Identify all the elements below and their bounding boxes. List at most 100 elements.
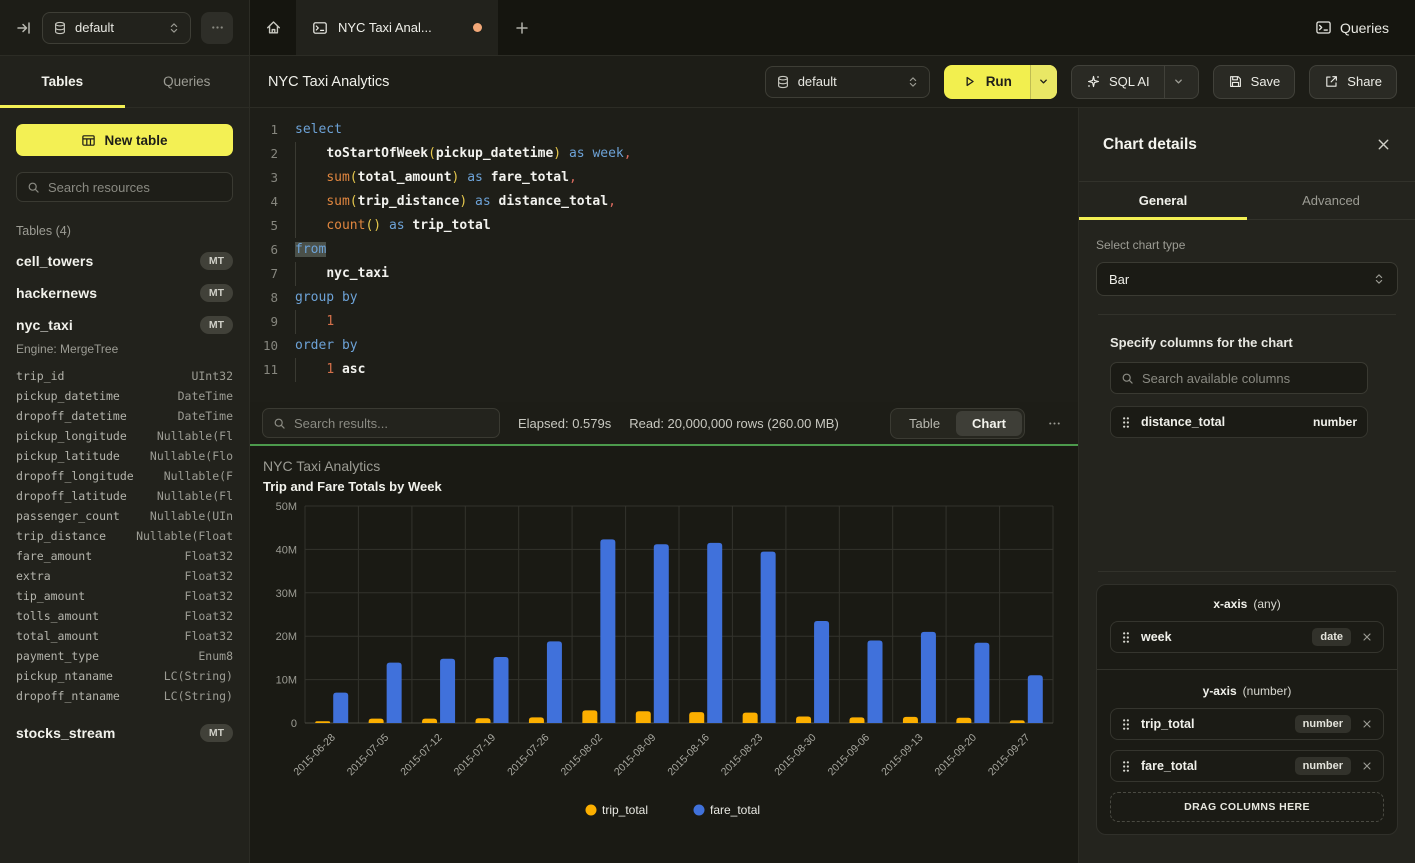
y-axis-column-trip-total[interactable]: trip_total number	[1110, 708, 1384, 740]
chevrons-updown-icon	[1373, 273, 1385, 285]
tab-general[interactable]: General	[1079, 182, 1247, 219]
column-row: dropoff_ntanameLC(String)	[16, 686, 233, 706]
svg-text:2015-09-27: 2015-09-27	[986, 732, 1033, 779]
column-row: tolls_amountFloat32	[16, 606, 233, 626]
engine-badge: MT	[200, 252, 233, 270]
table-name: stocks_stream	[16, 725, 115, 741]
results-search[interactable]	[262, 408, 500, 438]
svg-text:2015-07-26: 2015-07-26	[505, 732, 552, 779]
table-item-cell-towers[interactable]: cell_towers MT	[16, 252, 233, 270]
y-axis-column-fare-total[interactable]: fare_total number	[1110, 750, 1384, 782]
chart-panel: NYC Taxi Analytics Trip and Fare Totals …	[250, 446, 1078, 863]
database-selector[interactable]: default	[42, 12, 191, 44]
svg-text:10M: 10M	[276, 675, 297, 687]
engine-badge: MT	[200, 316, 233, 334]
sparkle-icon	[1086, 74, 1101, 89]
toggle-table-view[interactable]: Table	[893, 411, 956, 436]
table-grid-icon	[81, 133, 96, 148]
chevrons-updown-icon	[907, 76, 919, 88]
elapsed-stat: Elapsed: 0.579s	[518, 416, 611, 431]
engine-badge: MT	[200, 724, 233, 742]
tab-queries[interactable]: Queries	[125, 56, 250, 107]
results-more-icon[interactable]	[1043, 416, 1066, 431]
database-icon	[53, 21, 67, 35]
drag-handle-icon[interactable]	[1121, 718, 1131, 731]
sidebar-body: New table Tables (4) cell_towers MT hack…	[0, 108, 249, 758]
remove-column-icon[interactable]	[1361, 718, 1373, 730]
y-axis-label: y-axis	[1203, 684, 1237, 698]
queries-label: Queries	[1340, 20, 1389, 36]
chart-type-value: Bar	[1109, 272, 1129, 287]
new-table-button[interactable]: New table	[16, 124, 233, 156]
x-axis-column-week[interactable]: week date	[1110, 621, 1384, 653]
y-axis-qualifier: (number)	[1243, 684, 1292, 698]
chevrons-updown-icon	[168, 22, 180, 34]
remove-column-icon[interactable]	[1361, 631, 1373, 643]
search-icon	[273, 417, 286, 430]
home-button[interactable]	[250, 0, 296, 55]
sql-ai-button[interactable]: SQL AI	[1071, 65, 1199, 99]
results-search-input[interactable]	[294, 416, 489, 431]
sidebar-more-button[interactable]	[201, 12, 233, 44]
tab-advanced[interactable]: Advanced	[1247, 182, 1415, 219]
save-button[interactable]: Save	[1213, 65, 1296, 99]
resource-search-input[interactable]	[48, 180, 222, 195]
code-line: 11 1 asc	[250, 358, 1078, 382]
resource-search[interactable]	[16, 172, 233, 202]
table-item-stocks-stream[interactable]: stocks_stream MT	[16, 724, 233, 742]
button-divider	[1164, 66, 1165, 98]
new-tab-button[interactable]	[498, 0, 546, 55]
drag-handle-icon[interactable]	[1121, 416, 1131, 429]
drag-columns-dropzone[interactable]: DRAG COLUMNS HERE	[1110, 792, 1384, 822]
toggle-chart-view[interactable]: Chart	[956, 411, 1022, 436]
new-table-label: New table	[104, 133, 167, 148]
sql-editor[interactable]: 1select2 toStartOfWeek(pickup_datetime) …	[250, 108, 1078, 402]
column-type-badge: number	[1295, 757, 1351, 775]
code-line: 1select	[250, 118, 1078, 142]
column-name: week	[1141, 630, 1172, 644]
svg-text:2015-09-20: 2015-09-20	[933, 732, 980, 779]
close-icon[interactable]	[1376, 137, 1391, 152]
query-database-selector[interactable]: default	[765, 66, 930, 98]
drag-handle-icon[interactable]	[1121, 760, 1131, 773]
code-line: 6from	[250, 238, 1078, 262]
available-column-distance-total[interactable]: distance_total number	[1110, 406, 1368, 438]
columns-search[interactable]	[1110, 362, 1368, 394]
sql-ai-label: SQL AI	[1109, 74, 1150, 89]
columns-search-input[interactable]	[1142, 371, 1357, 386]
chart-type-select[interactable]: Bar	[1096, 262, 1398, 296]
svg-text:2015-09-06: 2015-09-06	[826, 732, 873, 779]
query-actions: default Run	[765, 65, 1397, 99]
read-stat: Read: 20,000,000 rows (260.00 MB)	[629, 416, 839, 431]
divider	[1097, 669, 1397, 670]
editor-results-column: 1select2 toStartOfWeek(pickup_datetime) …	[250, 108, 1078, 863]
tab-title: NYC Taxi Anal...	[338, 20, 432, 35]
run-options-caret[interactable]	[1030, 65, 1057, 99]
table-item-nyc-taxi[interactable]: nyc_taxi MT	[16, 316, 233, 334]
chevron-down-icon[interactable]	[1173, 76, 1184, 87]
svg-text:50M: 50M	[276, 501, 297, 513]
share-button[interactable]: Share	[1309, 65, 1397, 99]
share-icon	[1324, 74, 1339, 89]
drag-handle-icon[interactable]	[1121, 631, 1131, 644]
collapse-sidebar-icon[interactable]	[16, 20, 32, 36]
column-row: pickup_datetimeDateTime	[16, 386, 233, 406]
tables-section-label: Tables (4)	[16, 224, 233, 238]
column-type-badge: number	[1295, 715, 1351, 733]
column-name: distance_total	[1141, 415, 1225, 429]
queries-shortcut[interactable]: Queries	[1315, 0, 1415, 55]
column-type: number	[1313, 415, 1357, 429]
columns-section-label: Specify columns for the chart	[1096, 335, 1398, 350]
run-button[interactable]: Run	[944, 65, 1057, 99]
column-type-badge: date	[1312, 628, 1351, 646]
remove-column-icon[interactable]	[1361, 760, 1373, 772]
column-row: extraFloat32	[16, 566, 233, 586]
table-item-hackernews[interactable]: hackernews MT	[16, 284, 233, 302]
chart-details-panel: Chart details General Advanced Select ch…	[1078, 108, 1415, 863]
tab-tables[interactable]: Tables	[0, 56, 125, 107]
column-row: dropoff_latitudeNullable(Fl	[16, 486, 233, 506]
query-header: NYC Taxi Analytics default	[250, 56, 1415, 108]
divider	[1098, 571, 1396, 572]
chart-details-header: Chart details	[1079, 108, 1415, 182]
tab-nyc-taxi-analytics[interactable]: NYC Taxi Anal...	[296, 0, 498, 55]
